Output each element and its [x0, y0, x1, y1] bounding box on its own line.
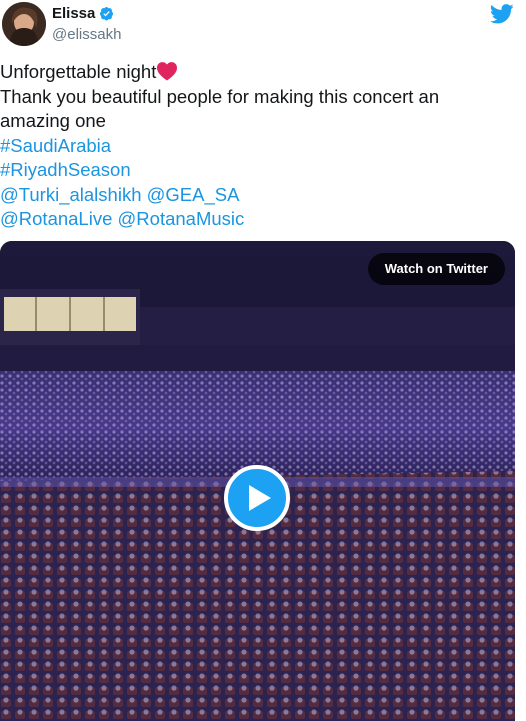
tweet-text-1: Unforgettable night — [0, 61, 157, 82]
hashtag-link[interactable]: #RiyadhSeason — [0, 159, 131, 180]
watch-on-twitter-button[interactable]: Watch on Twitter — [367, 253, 505, 285]
user-handle[interactable]: @elissakh — [52, 26, 121, 43]
mention-link[interactable]: @RotanaLive — [0, 208, 112, 229]
verified-badge-icon — [100, 6, 114, 21]
mention-link[interactable]: @GEA_SA — [147, 184, 240, 205]
tweet-line-1: Unforgettable night — [0, 60, 510, 85]
hashtag-link[interactable]: #SaudiArabia — [0, 135, 111, 156]
tweet-body: Unforgettable night Thank you beautiful … — [0, 60, 510, 232]
tweet-line-2: Thank you beautiful people for making th… — [0, 85, 440, 107]
mention-link[interactable]: @RotanaMusic — [118, 208, 245, 229]
mention-link[interactable]: @Turki_alalshikh — [0, 184, 141, 205]
name-row: Elissa — [52, 5, 114, 22]
tweet-line-3: amazing one — [0, 110, 106, 131]
play-icon — [248, 485, 271, 511]
tweet-header: Elissa @elissakh — [0, 0, 526, 50]
avatar[interactable] — [2, 2, 46, 46]
display-name[interactable]: Elissa — [52, 5, 95, 22]
red-heart-icon — [157, 62, 178, 81]
video-player[interactable]: Watch on Twitter — [0, 241, 515, 721]
play-button[interactable] — [224, 465, 290, 531]
twitter-bird-icon[interactable] — [490, 4, 514, 24]
